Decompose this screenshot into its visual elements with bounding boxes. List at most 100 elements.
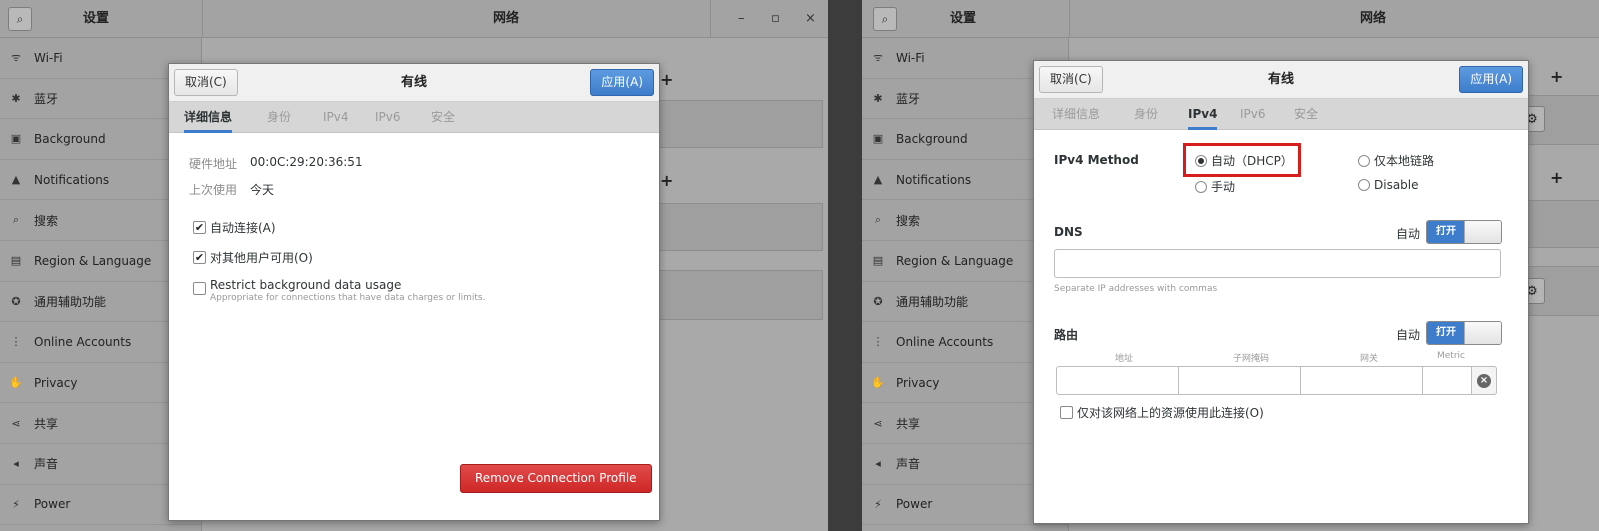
last-used-value: 今天 xyxy=(250,183,275,197)
checkbox-mark: ✔ xyxy=(193,251,206,264)
dns-auto-switch[interactable]: 打开 xyxy=(1426,220,1502,244)
background-icon: ▣ xyxy=(872,132,884,146)
tab-identity[interactable]: 身份 xyxy=(1134,99,1158,130)
routes-auto-label: 自动 xyxy=(1396,328,1421,342)
sidebar-item-label: Online Accounts xyxy=(34,334,132,349)
power-icon: ⚡ xyxy=(874,497,882,511)
bell-icon: ▲ xyxy=(11,173,21,187)
add-vpn-icon[interactable]: + xyxy=(1550,168,1563,187)
sidebar-item-label: 蓝牙 xyxy=(34,91,59,106)
hardware-address-label: 硬件地址 xyxy=(189,157,238,171)
route-address-input[interactable] xyxy=(1056,366,1179,395)
tab-ipv4[interactable]: IPv4 xyxy=(323,102,349,133)
dns-auto-label: 自动 xyxy=(1396,227,1421,241)
sidebar-item-label: Region & Language xyxy=(34,253,152,268)
add-connection-icon[interactable]: + xyxy=(1550,67,1563,86)
method-manual-label: 手动 xyxy=(1211,180,1236,194)
switch-knob xyxy=(1464,221,1501,243)
share-icon: ⋖ xyxy=(11,416,21,430)
route-metric-input[interactable] xyxy=(1422,366,1472,395)
radio-mark xyxy=(1195,154,1207,167)
search-button[interactable]: ⌕ xyxy=(873,7,897,31)
tab-security[interactable]: 安全 xyxy=(431,102,455,133)
right-screenshot: ⌕ 设置 网络 ᯤ Wi-Fi ✱ 蓝牙 ▣ Background ▲ Notificatio… xyxy=(862,0,1599,531)
headerbar-divider xyxy=(1069,0,1070,38)
restrict-data-checkbox[interactable]: Restrict background data usage Appropria… xyxy=(193,278,485,303)
switch-knob xyxy=(1464,322,1501,344)
sidebar-item-label: Privacy xyxy=(896,375,940,390)
sidebar-item-label: Region & Language xyxy=(896,253,1014,268)
remove-profile-button[interactable]: Remove Connection Profile xyxy=(460,464,652,493)
auto-connect-label: 自动连接(A) xyxy=(210,221,276,235)
tab-ipv6[interactable]: IPv6 xyxy=(1240,99,1266,130)
all-users-checkbox[interactable]: ✔ 对其他用户可用(O) xyxy=(193,249,313,266)
route-netmask-input[interactable] xyxy=(1178,366,1301,395)
checkbox-mark xyxy=(193,282,206,295)
settings-title: 设置 xyxy=(83,11,110,26)
auto-connect-checkbox[interactable]: ✔ 自动连接(A) xyxy=(193,219,276,236)
checkbox-mark xyxy=(1060,406,1073,419)
sidebar-item-label: Online Accounts xyxy=(896,334,994,349)
ipv4-method-label: IPv4 Method xyxy=(1054,153,1139,167)
tab-details[interactable]: 详细信息 xyxy=(184,102,233,133)
wifi-icon: ᯤ xyxy=(872,51,884,65)
online-accounts-icon: ⋮ xyxy=(872,335,884,349)
tab-ipv6[interactable]: IPv6 xyxy=(375,102,401,133)
all-users-label: 对其他用户可用(O) xyxy=(210,251,313,265)
routes-label: 路由 xyxy=(1054,328,1079,342)
close-button[interactable]: × xyxy=(805,0,816,38)
minimize-button[interactable]: – xyxy=(738,0,745,38)
checkbox-mark: ✔ xyxy=(193,221,206,234)
region-icon: ▤ xyxy=(872,254,884,268)
sidebar-item-label: 声音 xyxy=(34,457,59,472)
dialog-title: 有线 xyxy=(1267,72,1294,87)
method-link-local-radio[interactable]: 仅本地链路 xyxy=(1358,152,1434,169)
wired-connection-card xyxy=(643,100,823,148)
sidebar-item-label: 蓝牙 xyxy=(896,91,921,106)
headerbar: ⌕ 设置 网络 – ▫ × xyxy=(0,0,828,38)
headerbar-divider xyxy=(202,0,203,38)
method-disable-label: Disable xyxy=(1374,178,1419,192)
tab-details[interactable]: 详细信息 xyxy=(1052,99,1100,130)
only-local-resources-label: 仅对该网络上的资源使用此连接(O) xyxy=(1077,406,1264,420)
maximize-button[interactable]: ▫ xyxy=(771,0,780,38)
wired-settings-dialog: 取消(C) 有线 应用(A) 详细信息 身份 IPv4 IPv6 安全 IPv4… xyxy=(1033,60,1529,524)
method-manual-radio[interactable]: 手动 xyxy=(1195,178,1235,195)
cancel-button[interactable]: 取消(C) xyxy=(174,69,238,96)
method-disable-radio[interactable]: Disable xyxy=(1358,178,1419,192)
only-local-resources-checkbox[interactable]: 仅对该网络上的资源使用此连接(O) xyxy=(1060,404,1264,421)
sidebar-item-label: Wi-Fi xyxy=(896,50,925,65)
apply-button[interactable]: 应用(A) xyxy=(590,69,654,96)
restrict-data-label: Restrict background data usage xyxy=(210,278,402,292)
background-icon: ▣ xyxy=(10,132,22,146)
tab-security[interactable]: 安全 xyxy=(1294,99,1318,130)
method-automatic-radio[interactable]: 自动（DHCP） xyxy=(1195,152,1293,169)
privacy-icon: ✋ xyxy=(9,376,23,390)
method-link-local-label: 仅本地链路 xyxy=(1374,154,1435,168)
sidebar-item-label: 共享 xyxy=(34,416,59,431)
online-accounts-icon: ⋮ xyxy=(10,335,22,349)
apply-button[interactable]: 应用(A) xyxy=(1459,66,1523,93)
add-connection-icon[interactable]: + xyxy=(660,70,673,89)
route-gateway-input[interactable] xyxy=(1300,366,1423,395)
tab-identity[interactable]: 身份 xyxy=(267,102,291,133)
sidebar-item-label: 通用辅助功能 xyxy=(34,294,107,309)
dialog-tabs: 详细信息 身份 IPv4 IPv6 安全 xyxy=(169,102,659,133)
search-icon: ⌕ xyxy=(874,213,882,227)
tab-ipv4[interactable]: IPv4 xyxy=(1188,99,1218,130)
dns-input[interactable] xyxy=(1054,249,1501,278)
region-icon: ▤ xyxy=(10,254,22,268)
dns-hint: Separate IP addresses with commas xyxy=(1054,284,1218,294)
sidebar-item-label: Power xyxy=(34,497,71,512)
headerbar: ⌕ 设置 网络 xyxy=(862,0,1599,38)
accessibility-icon: ✪ xyxy=(11,294,21,308)
hardware-address-value: 00:0C:29:20:36:51 xyxy=(250,155,363,169)
route-delete-button[interactable]: × xyxy=(1471,366,1497,395)
sidebar-item-label: Privacy xyxy=(34,375,78,390)
share-icon: ⋖ xyxy=(873,416,883,430)
add-vpn-icon[interactable]: + xyxy=(660,171,673,190)
cancel-button[interactable]: 取消(C) xyxy=(1039,66,1103,93)
search-button[interactable]: ⌕ xyxy=(8,7,32,31)
network-title: 网络 xyxy=(493,11,520,26)
routes-auto-switch[interactable]: 打开 xyxy=(1426,321,1502,345)
